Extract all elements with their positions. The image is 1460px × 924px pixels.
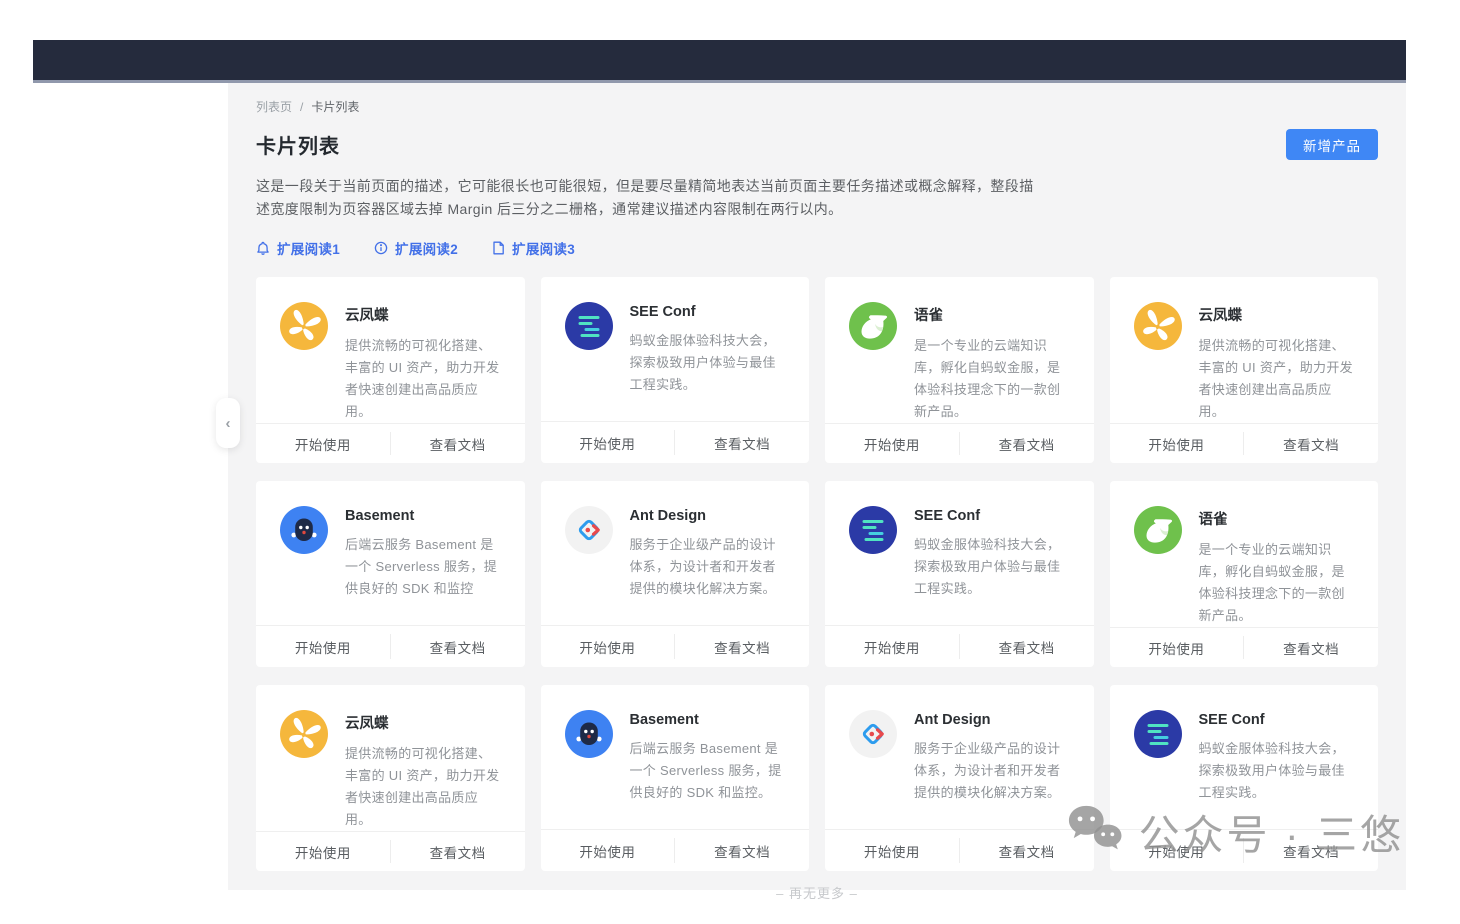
start-using-action[interactable]: 开始使用 [1110,830,1244,871]
start-using-action[interactable]: 开始使用 [541,422,675,463]
card-description: 后端云服务 Basement 是一个 Serverless 服务，提供良好的 S… [630,738,786,804]
yuque-logo-icon [1134,506,1182,554]
product-card: SEE Conf 蚂蚁金服体验科技大会，探索极致用户体验与最佳工程实践。 开始使… [825,481,1094,667]
view-docs-action[interactable]: 查看文档 [391,832,525,871]
chevron-left-icon: ‹ [226,415,231,432]
card-title: Ant Design [630,508,786,524]
basement-logo-icon [280,506,328,554]
page-description: 这是一段关于当前页面的描述，它可能很长也可能很短，但是要尽量精简地表达当前页面主… [256,175,1034,221]
card-description: 服务于企业级产品的设计体系，为设计者和开发者提供的模块化解决方案。 [914,738,1070,804]
card-title: Basement [630,712,786,728]
sidebar [33,83,228,890]
start-using-action[interactable]: 开始使用 [541,830,675,871]
breadcrumb-separator: / [300,100,303,114]
start-using-action[interactable]: 开始使用 [1110,424,1244,463]
start-using-action[interactable]: 开始使用 [1110,628,1244,667]
add-product-button[interactable]: 新增产品 [1286,129,1378,160]
card-description: 蚂蚁金服体验科技大会，探索极致用户体验与最佳工程实践。 [1199,738,1355,804]
view-docs-action[interactable]: 查看文档 [1244,424,1378,463]
card-title: 语雀 [914,304,1070,325]
card-description: 是一个专业的云端知识库，孵化自蚂蚁金服，是体验科技理念下的一款创新产品。 [914,335,1070,423]
extra-link-1[interactable]: 扩展阅读1 [256,238,340,258]
card-title: 云凤蝶 [345,304,501,325]
top-nav-bar [33,40,1406,83]
card-description: 是一个专业的云端知识库，孵化自蚂蚁金服，是体验科技理念下的一款创新产品。 [1199,539,1355,627]
list-end-text: – 再无更多 – [256,883,1378,902]
product-card: 云凤蝶 提供流畅的可视化搭建、丰富的 UI 资产，助力开发者快速创建出高品质应用… [256,685,525,871]
product-card: SEE Conf 蚂蚁金服体验科技大会，探索极致用户体验与最佳工程实践。 开始使… [541,277,810,463]
card-title: 云凤蝶 [345,712,501,733]
sidebar-collapse-handle[interactable]: ‹ [216,398,240,448]
card-description: 提供流畅的可视化搭建、丰富的 UI 资产，助力开发者快速创建出高品质应用。 [1199,335,1355,423]
view-docs-action[interactable]: 查看文档 [675,830,809,871]
view-docs-action[interactable]: 查看文档 [960,626,1094,667]
view-docs-action[interactable]: 查看文档 [391,626,525,667]
antdesign-logo-icon [849,710,897,758]
seeconf-logo-icon [849,506,897,554]
start-using-action[interactable]: 开始使用 [825,424,959,463]
breadcrumb: 列表页 / 卡片列表 [256,98,1378,115]
start-using-action[interactable]: 开始使用 [541,626,675,667]
card-description: 提供流畅的可视化搭建、丰富的 UI 资产，助力开发者快速创建出高品质应用。 [345,335,501,423]
card-title: SEE Conf [1199,712,1355,728]
breadcrumb-item-card-list: 卡片列表 [311,98,359,115]
product-card: Ant Design 服务于企业级产品的设计体系，为设计者和开发者提供的模块化解… [541,481,810,667]
card-title: SEE Conf [914,508,1070,524]
card-description: 蚂蚁金服体验科技大会，探索极致用户体验与最佳工程实践。 [914,534,1070,600]
extra-link-label: 扩展阅读3 [512,238,575,258]
seeconf-logo-icon [1134,710,1182,758]
card-description: 服务于企业级产品的设计体系，为设计者和开发者提供的模块化解决方案。 [630,534,786,600]
card-title: 云凤蝶 [1199,304,1355,325]
start-using-action[interactable]: 开始使用 [256,424,390,463]
seeconf-logo-icon [565,302,613,350]
start-using-action[interactable]: 开始使用 [825,830,959,871]
file-icon [492,241,505,255]
breadcrumb-item-list-page[interactable]: 列表页 [256,98,292,115]
yuque-logo-icon [849,302,897,350]
card-title: Basement [345,508,501,524]
app-window: ‹ 列表页 / 卡片列表 卡片列表 新增产品 这是一段关于当前页面的描述，它可能… [33,40,1406,893]
info-circle-icon [374,241,388,255]
yunfengdie-logo-icon [1134,302,1182,350]
view-docs-action[interactable]: 查看文档 [1244,830,1378,871]
product-card: Basement 后端云服务 Basement 是一个 Serverless 服… [256,481,525,667]
card-grid: 云凤蝶 提供流畅的可视化搭建、丰富的 UI 资产，助力开发者快速创建出高品质应用… [256,277,1378,871]
card-title: SEE Conf [630,304,786,320]
product-card: 语雀 是一个专业的云端知识库，孵化自蚂蚁金服，是体验科技理念下的一款创新产品。 … [825,277,1094,463]
start-using-action[interactable]: 开始使用 [256,626,390,667]
extra-link-label: 扩展阅读1 [277,238,340,258]
product-card: SEE Conf 蚂蚁金服体验科技大会，探索极致用户体验与最佳工程实践。 开始使… [1110,685,1379,871]
view-docs-action[interactable]: 查看文档 [391,424,525,463]
page-content: ‹ 列表页 / 卡片列表 卡片列表 新增产品 这是一段关于当前页面的描述，它可能… [228,83,1406,890]
product-card: Basement 后端云服务 Basement 是一个 Serverless 服… [541,685,810,871]
card-description: 提供流畅的可视化搭建、丰富的 UI 资产，助力开发者快速创建出高品质应用。 [345,743,501,831]
product-card: 云凤蝶 提供流畅的可视化搭建、丰富的 UI 资产，助力开发者快速创建出高品质应用… [256,277,525,463]
view-docs-action[interactable]: 查看文档 [960,424,1094,463]
card-description: 后端云服务 Basement 是一个 Serverless 服务，提供良好的 S… [345,534,501,600]
card-title: 语雀 [1199,508,1355,529]
view-docs-action[interactable]: 查看文档 [1244,628,1378,667]
yunfengdie-logo-icon [280,302,328,350]
bell-icon [256,241,270,255]
product-card: 语雀 是一个专业的云端知识库，孵化自蚂蚁金服，是体验科技理念下的一款创新产品。 … [1110,481,1379,667]
extra-link-label: 扩展阅读2 [395,238,458,258]
antdesign-logo-icon [565,506,613,554]
start-using-action[interactable]: 开始使用 [825,626,959,667]
card-description: 蚂蚁金服体验科技大会，探索极致用户体验与最佳工程实践。 [630,330,786,396]
extra-links-row: 扩展阅读1 扩展阅读2 [256,238,1378,258]
page-title: 卡片列表 [256,130,340,159]
view-docs-action[interactable]: 查看文档 [675,626,809,667]
product-card: 云凤蝶 提供流畅的可视化搭建、丰富的 UI 资产，助力开发者快速创建出高品质应用… [1110,277,1379,463]
extra-link-3[interactable]: 扩展阅读3 [492,238,575,258]
start-using-action[interactable]: 开始使用 [256,832,390,871]
view-docs-action[interactable]: 查看文档 [960,830,1094,871]
yunfengdie-logo-icon [280,710,328,758]
basement-logo-icon [565,710,613,758]
card-title: Ant Design [914,712,1070,728]
product-card: Ant Design 服务于企业级产品的设计体系，为设计者和开发者提供的模块化解… [825,685,1094,871]
extra-link-2[interactable]: 扩展阅读2 [374,238,458,258]
view-docs-action[interactable]: 查看文档 [675,422,809,463]
